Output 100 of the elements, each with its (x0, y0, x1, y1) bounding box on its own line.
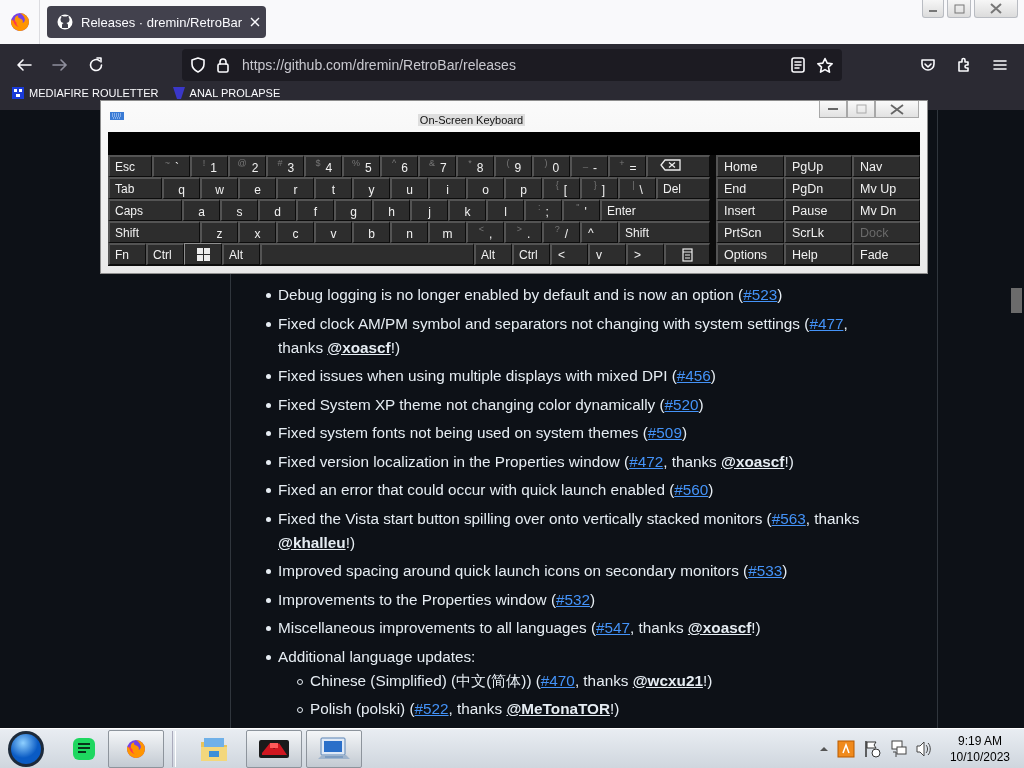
keyboard-key[interactable]: n (390, 221, 428, 243)
keyboard-key[interactable]: i (428, 177, 466, 199)
keyboard-key[interactable]: Ctrl (512, 243, 550, 265)
keyboard-key[interactable]: ? / (542, 221, 580, 243)
issue-link[interactable]: #477 (809, 314, 844, 332)
keyboard-key[interactable]: ) 0 (532, 155, 571, 177)
keyboard-key[interactable]: : ; (524, 199, 562, 221)
keyboard-key[interactable]: r (276, 177, 314, 199)
keyboard-key[interactable]: Help (784, 243, 852, 265)
close-button[interactable] (875, 101, 919, 118)
keyboard-key[interactable]: > . (504, 221, 542, 243)
keyboard-key[interactable]: Mv Up (852, 177, 920, 199)
keyboard-key[interactable]: Fade (852, 243, 920, 265)
keyboard-key[interactable]: g (334, 199, 372, 221)
keyboard-key[interactable]: v (314, 221, 352, 243)
start-button[interactable] (6, 728, 46, 768)
keyboard-key[interactable] (646, 155, 710, 177)
keyboard-key[interactable]: q (162, 177, 200, 199)
keyboard-key[interactable]: Shift (618, 221, 710, 243)
speaker-icon[interactable] (914, 739, 932, 758)
bookmark[interactable]: ANAL PROLAPSE (172, 87, 281, 99)
close-icon[interactable] (250, 17, 261, 27)
user-link[interactable]: @xoascf (721, 452, 785, 470)
keyboard-key[interactable]: ( 9 (494, 155, 533, 177)
keyboard-key[interactable]: x (238, 221, 276, 243)
keyboard-key[interactable]: < (550, 243, 588, 265)
keyboard-key[interactable]: Mv Dn (852, 199, 920, 221)
keyboard-key[interactable]: v (588, 243, 626, 265)
keyboard-key[interactable]: Home (716, 155, 784, 177)
address-bar[interactable]: https://github.com/dremin/RetroBar/releases (182, 49, 842, 81)
keyboard-key[interactable]: s (220, 199, 258, 221)
scrollbar-thumb[interactable] (1011, 288, 1022, 313)
keyboard-key[interactable] (184, 243, 222, 265)
keyboard-key[interactable]: b (352, 221, 390, 243)
keyboard-key[interactable]: Pause (784, 199, 852, 221)
keyboard-key[interactable]: ~ ` (152, 155, 191, 177)
user-link[interactable]: @MeTonaTOR (506, 700, 610, 717)
keyboard-key[interactable]: PgUp (784, 155, 852, 177)
keyboard-key[interactable]: ! 1 (190, 155, 229, 177)
browser-tab[interactable]: Releases · dremin/RetroBar (47, 6, 266, 38)
flag-icon[interactable] (862, 739, 881, 758)
issue-link[interactable]: #532 (556, 590, 591, 608)
keyboard-key[interactable]: p (504, 177, 542, 199)
keyboard-key[interactable]: | \ (618, 177, 656, 199)
keyboard-key[interactable]: Options (716, 243, 784, 265)
keyboard-key[interactable]: m (428, 221, 466, 243)
taskbar-button[interactable] (246, 729, 302, 768)
keyboard-key[interactable]: w (200, 177, 238, 199)
keyboard-key[interactable]: h (372, 199, 410, 221)
keyboard-key[interactable]: o (466, 177, 504, 199)
keyboard-key[interactable]: End (716, 177, 784, 199)
keyboard-key[interactable]: " ' (562, 199, 600, 221)
close-button[interactable] (974, 0, 1018, 18)
keyboard-key[interactable]: Alt (474, 243, 512, 265)
issue-link[interactable]: #509 (647, 424, 682, 441)
app-icon[interactable] (836, 739, 855, 758)
clock[interactable]: 9:19 AM 10/10/2023 (949, 732, 1010, 765)
user-link[interactable]: @xoascf (327, 338, 391, 356)
keyboard-key[interactable]: _ - (570, 155, 609, 177)
keyboard-key[interactable]: # 3 (266, 155, 305, 177)
keyboard-key[interactable]: Del (656, 177, 710, 199)
keyboard-key[interactable]: PrtScn (716, 221, 784, 243)
keyboard-key[interactable]: Ctrl (146, 243, 184, 265)
keyboard-key[interactable]: > (626, 243, 664, 265)
keyboard-key[interactable]: Tab (108, 177, 162, 199)
keyboard-key[interactable]: + = (608, 155, 647, 177)
keyboard-key[interactable]: } ] (580, 177, 618, 199)
keyboard-key[interactable]: ScrLk (784, 221, 852, 243)
keyboard-key[interactable]: $ 4 (304, 155, 343, 177)
keyboard-key[interactable]: c (276, 221, 314, 243)
keyboard-key[interactable]: ^ (580, 221, 618, 243)
issue-link[interactable]: #520 (664, 395, 699, 413)
issue-link[interactable]: #470 (540, 671, 575, 689)
keyboard-key[interactable]: & 7 (418, 155, 457, 177)
keyboard-key[interactable]: Esc (108, 155, 153, 177)
keyboard-key[interactable]: f (296, 199, 334, 221)
keyboard-key[interactable]: Fn (108, 243, 146, 265)
bookmark[interactable]: MEDIAFIRE ROULETTER (12, 87, 159, 99)
issue-link[interactable]: #547 (596, 619, 631, 636)
minimize-button[interactable] (819, 101, 847, 118)
keyboard-key[interactable]: l (486, 199, 524, 221)
keyboard-key[interactable]: k (448, 199, 486, 221)
keyboard-key[interactable]: Caps (108, 199, 182, 221)
user-link[interactable]: @khalleu (278, 533, 346, 551)
keyboard-key[interactable]: Alt (222, 243, 260, 265)
keyboard-key[interactable]: Nav (852, 155, 920, 177)
keyboard-key[interactable]: ^ 6 (380, 155, 419, 177)
minimize-button[interactable] (922, 0, 944, 18)
keyboard-key[interactable]: a (182, 199, 220, 221)
keyboard-key[interactable]: * 8 (456, 155, 495, 177)
star-icon[interactable] (816, 56, 834, 74)
keyboard-key[interactable]: Enter (600, 199, 710, 221)
keyboard-key[interactable]: e (238, 177, 276, 199)
keyboard-key[interactable]: < , (466, 221, 504, 243)
issue-link[interactable]: #522 (414, 700, 449, 717)
keyboard-key[interactable]: d (258, 199, 296, 221)
network-icon[interactable] (888, 739, 907, 758)
user-link[interactable]: @wcxu21 (632, 671, 703, 689)
keyboard-key[interactable]: % 5 (342, 155, 381, 177)
keyboard-key[interactable]: y (352, 177, 390, 199)
